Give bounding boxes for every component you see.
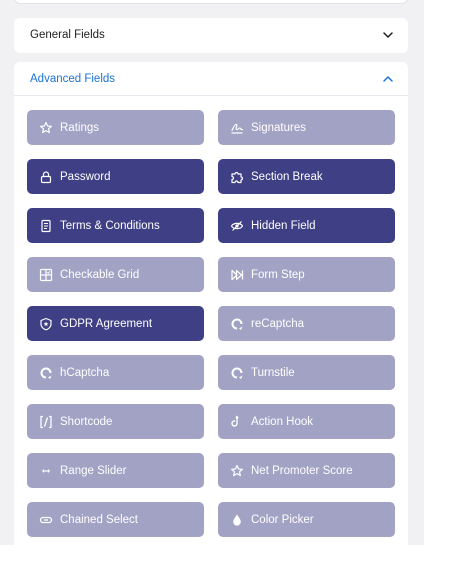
general-fields-toggle[interactable]: General Fields [14,18,408,52]
field-button-shortcode[interactable]: Shortcode [27,404,204,439]
field-label: Terms & Conditions [60,219,160,232]
step-forward-icon [230,268,244,282]
field-button-range-slider[interactable]: Range Slider [27,453,204,488]
field-label: Section Break [251,170,323,183]
link-icon [39,513,53,527]
star-icon [230,464,244,478]
field-label: Signatures [251,121,306,134]
field-label: Action Hook [251,415,314,428]
captcha-icon [230,366,244,380]
captcha-icon [39,366,53,380]
field-button-terms-conditions[interactable]: Terms & Conditions [27,208,204,243]
chevron-up-icon [382,73,394,85]
captcha-icon [230,317,244,331]
field-button-password[interactable]: Password [27,159,204,194]
advanced-fields-grid: Ratings Signatures Password Section Break Te… [27,110,395,537]
field-button-signatures[interactable]: Signatures [218,110,395,145]
advanced-fields-toggle[interactable]: Advanced Fields [14,62,408,96]
general-fields-title: General Fields [30,29,105,41]
field-label: Hidden Field [251,219,316,232]
signature-icon [230,121,244,135]
field-button-hidden-field[interactable]: Hidden Field [218,208,395,243]
shortcode-icon [39,415,53,429]
field-label: hCaptcha [60,366,110,379]
field-button-section-break[interactable]: Section Break [218,159,395,194]
fields-panel: General Fields Advanced Fields Ratings Si… [0,0,424,545]
field-button-hcaptcha[interactable]: hCaptcha [27,355,204,390]
field-button-form-step[interactable]: Form Step [218,257,395,292]
grid-icon [39,268,53,282]
field-button-action-hook[interactable]: Action Hook [218,404,395,439]
chevron-down-icon [382,29,394,41]
field-label: Turnstile [251,366,295,379]
field-button-chained-select[interactable]: Chained Select [27,502,204,537]
general-fields-card: General Fields [14,18,408,53]
field-label: Shortcode [60,415,113,428]
eye-slash-icon [230,219,244,233]
field-button-color-picker[interactable]: Color Picker [218,502,395,537]
field-button-turnstile[interactable]: Turnstile [218,355,395,390]
field-button-ratings[interactable]: Ratings [27,110,204,145]
field-button-net-promoter-score[interactable]: Net Promoter Score [218,453,395,488]
field-button-checkable-grid[interactable]: Checkable Grid [27,257,204,292]
field-label: Checkable Grid [60,268,140,281]
star-icon [39,121,53,135]
field-label: reCaptcha [251,317,305,330]
field-button-recaptcha[interactable]: reCaptcha [218,306,395,341]
field-label: Form Step [251,268,305,281]
field-label: Ratings [60,121,99,134]
field-label: Chained Select [60,513,138,526]
puzzle-icon [230,170,244,184]
advanced-fields-card: Advanced Fields Ratings Signatures Passwor… [14,62,408,545]
field-label: Password [60,170,111,183]
lock-icon [39,170,53,184]
field-button-gdpr-agreement[interactable]: GDPR Agreement [27,306,204,341]
advanced-fields-title: Advanced Fields [30,72,116,85]
field-label: GDPR Agreement [60,317,153,330]
shield-icon [39,317,53,331]
previous-card-edge [14,0,408,4]
range-icon [39,464,53,478]
field-label: Color Picker [251,513,314,526]
document-icon [39,219,53,233]
field-label: Net Promoter Score [251,464,353,477]
field-label: Range Slider [60,464,127,477]
hook-icon [230,415,244,429]
droplet-icon [230,513,244,527]
